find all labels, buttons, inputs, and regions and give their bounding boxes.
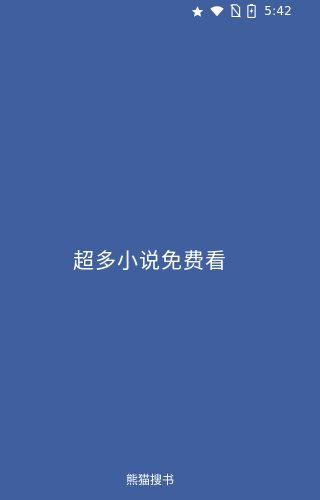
splash-tagline: 超多小说免费看 [73, 249, 227, 273]
star-icon [191, 4, 204, 18]
wifi-icon [210, 4, 224, 18]
battery-charging-icon [247, 4, 256, 18]
no-sim-icon [230, 4, 241, 18]
status-time: 5:42 [264, 4, 292, 18]
status-bar: 5:42 [0, 0, 300, 22]
app-name-label: 熊猫搜书 [125, 473, 174, 487]
